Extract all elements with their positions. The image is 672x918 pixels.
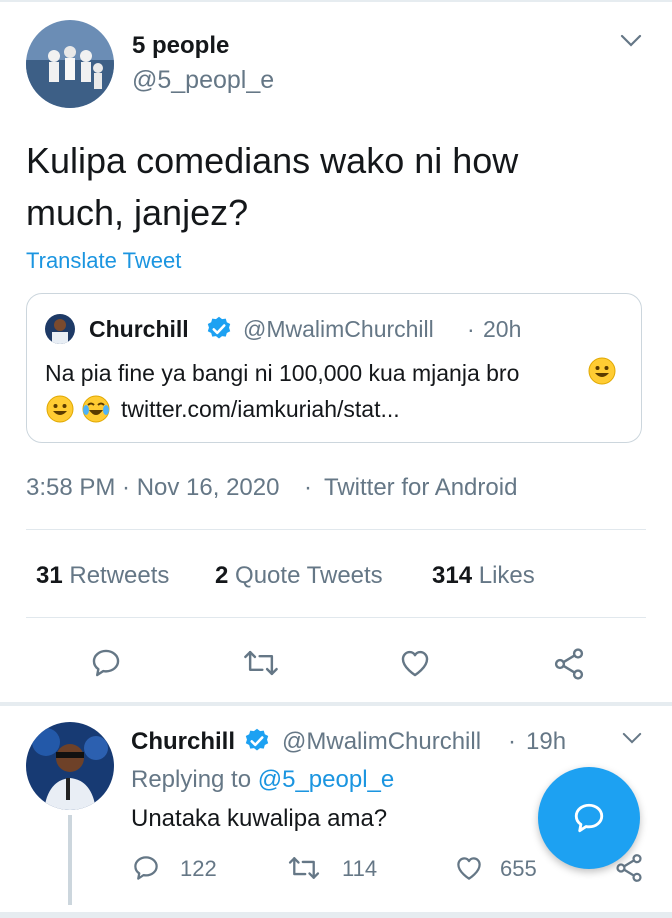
timestamp-separator: · [304, 474, 312, 501]
grinning-face-emoji [587, 356, 617, 386]
author-handle[interactable]: @5_peopl_e [132, 66, 274, 95]
reply-chevron-down-icon[interactable] [622, 732, 642, 745]
author-name[interactable]: 5 people [132, 32, 229, 60]
likes-stat[interactable]: 314 Likes [432, 562, 535, 590]
crying-laughing-face-emoji [81, 394, 111, 424]
section-separator [0, 702, 672, 706]
reply-author-name[interactable]: Churchill [131, 728, 235, 756]
tweet-text-line-1: Kulipa comedians wako ni how [26, 140, 519, 181]
reply-reply-count: 122 [180, 856, 217, 881]
quoted-tweet-card[interactable]: Churchill @MwalimChurchill · 20h Na pia … [26, 293, 642, 443]
replying-to: Replying to @5_peopl_e [131, 766, 394, 794]
quoted-link[interactable]: twitter.com/iamkuriah/stat... [121, 396, 400, 423]
quote-tweets-stat[interactable]: 2 Quote Tweets [215, 562, 383, 590]
verified-badge-icon [243, 727, 271, 755]
floating-reply-button[interactable] [538, 767, 640, 869]
reply-author-avatar[interactable] [26, 722, 114, 810]
retweets-label: Retweets [69, 562, 170, 589]
reply-separator: · [508, 728, 516, 755]
reply-like-count: 655 [500, 856, 537, 881]
thread-line [68, 815, 72, 905]
quoted-author-name: Churchill [89, 316, 189, 342]
compose-reply-icon [571, 800, 607, 836]
verified-badge-icon [205, 315, 233, 343]
chevron-down-icon[interactable] [620, 34, 642, 48]
likes-count: 314 [432, 562, 473, 589]
share-icon[interactable] [551, 646, 587, 682]
author-avatar[interactable] [26, 20, 114, 108]
reply-retweet-icon[interactable] [287, 853, 321, 883]
reply-like-icon[interactable] [453, 853, 485, 883]
bottom-border [0, 912, 672, 918]
quoted-time: 20h [483, 316, 522, 342]
retweet-icon[interactable] [242, 646, 280, 680]
replying-to-prefix: Replying to [131, 766, 252, 793]
reply-reply-icon[interactable] [131, 853, 161, 883]
reply-time: 19h [526, 728, 567, 755]
likes-label: Likes [478, 562, 535, 589]
tweet-timestamp[interactable]: 3:58 PM · Nov 16, 2020 [26, 474, 279, 502]
quoted-separator: · [467, 316, 475, 342]
like-icon[interactable] [397, 646, 433, 680]
tweet-client[interactable]: Twitter for Android [324, 474, 517, 502]
reply-author-handle[interactable]: @MwalimChurchill [282, 728, 481, 756]
quote-tweets-count: 2 [215, 562, 229, 589]
reply-icon[interactable] [89, 646, 123, 680]
quoted-author-avatar [45, 314, 75, 344]
divider-stats-bottom [26, 617, 646, 618]
grinning-face-emoji-2 [45, 394, 75, 424]
top-border [0, 0, 672, 2]
reply-retweet-count: 114 [342, 856, 378, 881]
divider-stats-top [26, 529, 646, 530]
quote-tweets-label: Quote Tweets [235, 562, 383, 589]
reply-text: Unataka kuwalipa ama? [131, 805, 388, 832]
quoted-author-handle: @MwalimChurchill [243, 316, 434, 342]
translate-tweet-link[interactable]: Translate Tweet [26, 248, 181, 274]
retweets-count: 31 [36, 562, 63, 589]
tweet-text-line-2: much, janjez? [26, 192, 249, 233]
replying-to-handle[interactable]: @5_peopl_e [258, 766, 394, 793]
retweets-stat[interactable]: 31 Retweets [36, 562, 169, 590]
quoted-text-line-1: Na pia fine ya bangi ni 100,000 kua mjan… [45, 360, 520, 386]
